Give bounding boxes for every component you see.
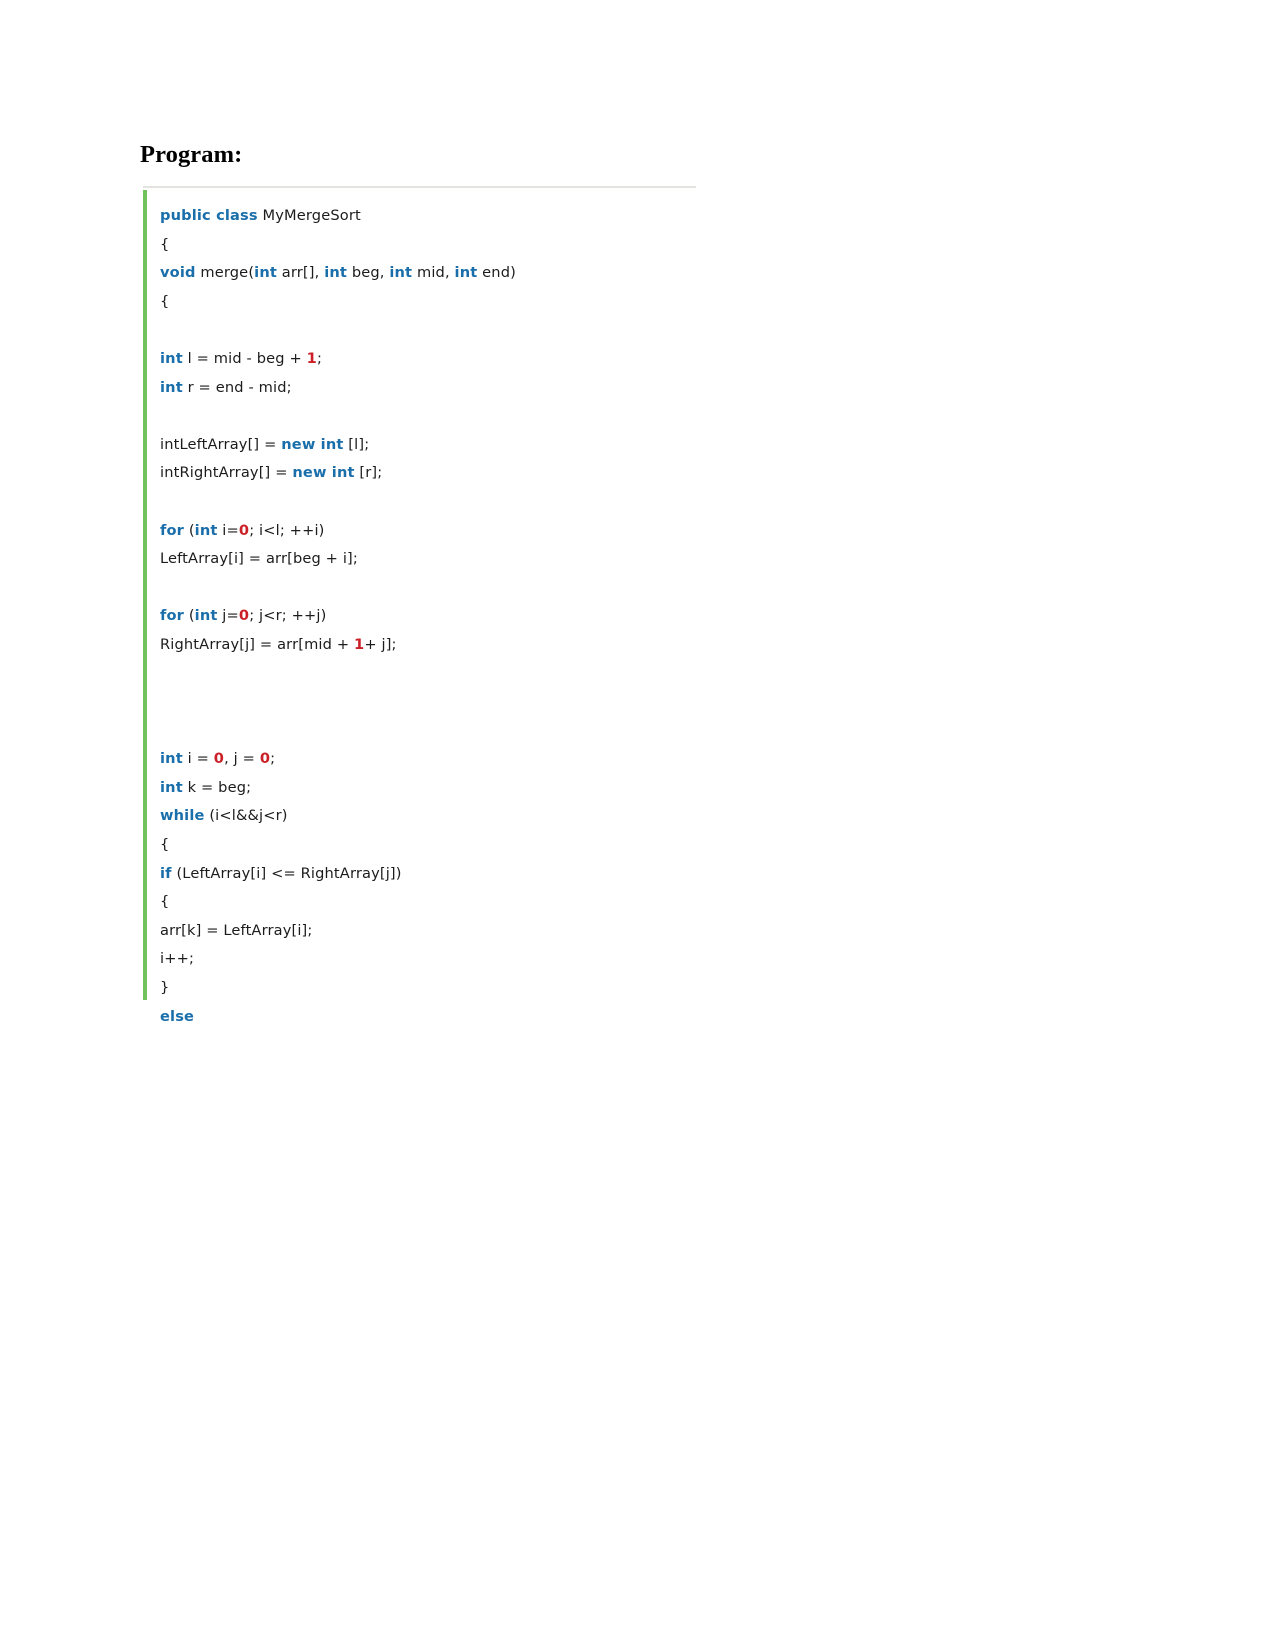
- code-token-plain: mid,: [412, 264, 455, 282]
- code-token-kw: else: [160, 1007, 195, 1025]
- code-line-list: public class MyMergeSort{void merge(int …: [160, 202, 690, 1031]
- code-token-kw: while: [160, 807, 205, 825]
- code-token-plain: ; i<l; ++i): [249, 521, 325, 539]
- code-token-kw: int: [160, 349, 183, 367]
- code-token-plain: ;: [316, 349, 323, 367]
- code-token-plain: l = mid - beg +: [182, 349, 307, 367]
- code-token-plain: ; j<r; ++j): [249, 607, 327, 625]
- code-token-num: 0: [213, 750, 225, 768]
- code-token-plain: {: [160, 893, 170, 911]
- code-token-plain: r = end - mid;: [182, 378, 292, 396]
- code-token-plain: {: [160, 836, 170, 854]
- code-token-kw: int: [160, 778, 183, 796]
- code-line: int i = 0, j = 0;: [160, 745, 690, 774]
- code-token-plain: merge(: [195, 264, 255, 282]
- code-token-kw: int: [254, 264, 277, 282]
- code-line: int r = end - mid;: [160, 374, 690, 403]
- code-line: i++;: [160, 945, 690, 974]
- code-line: int k = beg;: [160, 774, 690, 803]
- code-block-top-rule: [143, 186, 696, 188]
- code-line: else: [160, 1003, 690, 1032]
- code-token-kw: public class: [160, 207, 258, 224]
- code-token-kw: int: [160, 750, 183, 768]
- code-token-plain: MyMergeSort: [257, 207, 361, 224]
- code-token-plain: beg,: [347, 264, 390, 282]
- code-token-kw: for: [160, 521, 185, 539]
- code-line: {: [160, 288, 690, 317]
- code-token-num: 0: [238, 607, 250, 625]
- code-token-plain: (: [184, 521, 195, 539]
- code-token-plain: arr[],: [277, 264, 325, 282]
- code-token-kw: int: [389, 264, 413, 282]
- code-token-plain: + j];: [364, 635, 397, 653]
- code-line: {: [160, 231, 690, 260]
- code-token-plain: }: [160, 979, 170, 997]
- code-token-plain: ;: [270, 750, 276, 768]
- code-token-plain: (i<l&&j<r): [204, 807, 288, 825]
- code-line: arr[k] = LeftArray[i];: [160, 917, 690, 946]
- code-line: public class MyMergeSort: [160, 202, 690, 231]
- code-line: }: [160, 974, 690, 1003]
- code-token-kw: int: [454, 264, 478, 282]
- code-line: void merge(int arr[], int beg, int mid, …: [160, 259, 690, 288]
- code-token-plain: , j =: [224, 750, 260, 768]
- code-line: intLeftArray[] = new int [l];: [160, 431, 690, 460]
- code-token-plain: i++;: [160, 950, 195, 968]
- code-token-plain: intLeftArray[] =: [160, 435, 282, 453]
- code-token-plain: arr[k] = LeftArray[i];: [160, 921, 313, 939]
- code-token-plain: {: [160, 292, 170, 310]
- code-token-num: 0: [259, 750, 271, 768]
- code-token-num: 1: [354, 635, 365, 653]
- code-token-plain: k = beg;: [182, 778, 252, 796]
- code-line: {: [160, 831, 690, 860]
- code-token-plain: intRightArray[] =: [160, 464, 293, 482]
- code-token-plain: [r];: [354, 464, 383, 482]
- code-line: LeftArray[i] = arr[beg + i];: [160, 545, 690, 574]
- code-line: RightArray[j] = arr[mid + 1+ j];: [160, 631, 690, 660]
- code-token-plain: i =: [182, 750, 214, 768]
- code-line: if (LeftArray[i] <= RightArray[j]): [160, 860, 690, 889]
- code-token-plain: RightArray[j] = arr[mid +: [160, 635, 355, 653]
- code-line: for (int i=0; i<l; ++i): [160, 517, 690, 546]
- code-token-plain: LeftArray[i] = arr[beg + i];: [160, 550, 358, 568]
- code-token-kw: int: [324, 264, 348, 282]
- code-line: {: [160, 888, 690, 917]
- code-line: while (i<l&&j<r): [160, 802, 690, 831]
- code-token-kw: if: [160, 864, 172, 882]
- code-token-kw: void: [160, 264, 196, 282]
- code-token-plain: j=: [217, 607, 239, 625]
- code-line: intRightArray[] = new int [r];: [160, 459, 690, 488]
- code-token-num: 1: [306, 349, 317, 367]
- code-block-accent-bar: [143, 190, 147, 1000]
- code-token-plain: end): [477, 264, 516, 282]
- document-page: Program: public class MyMergeSort { void m…: [0, 0, 1275, 1651]
- code-token-plain: [l];: [343, 435, 370, 453]
- code-token-num: 0: [238, 521, 250, 539]
- code-token-plain: i=: [217, 521, 239, 539]
- code-token-kw: int: [160, 378, 183, 396]
- code-token-kw: for: [160, 607, 185, 625]
- code-line: int l = mid - beg + 1;: [160, 345, 690, 374]
- code-token-plain: (: [184, 607, 195, 625]
- page-title: Program:: [140, 141, 243, 168]
- code-token-plain: {: [160, 235, 170, 253]
- code-token-kw: new int: [292, 464, 355, 482]
- code-token-kw: new int: [281, 435, 344, 453]
- code-token-plain: (LeftArray[i] <= RightArray[j]): [171, 864, 402, 882]
- code-line: for (int j=0; j<r; ++j): [160, 602, 690, 631]
- code-token-kw: int: [194, 521, 218, 539]
- code-token-kw: int: [194, 607, 218, 625]
